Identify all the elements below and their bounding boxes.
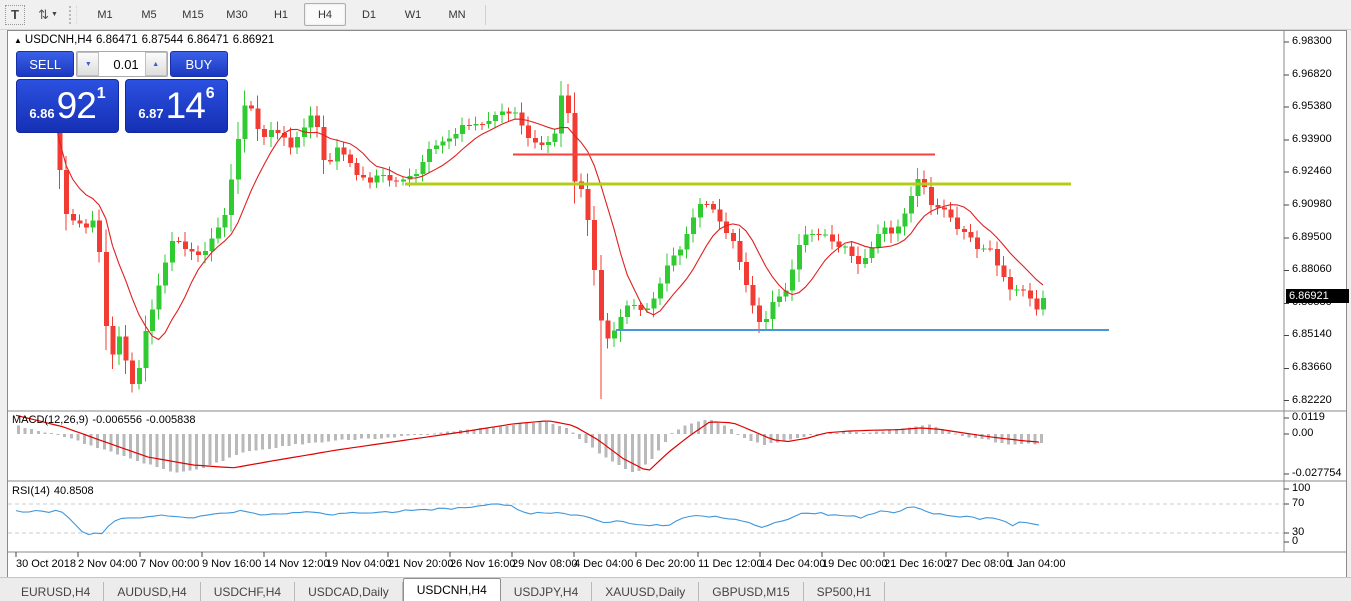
time-axis-label: 21 Nov 20:00 — [388, 558, 453, 570]
rsi-indicator-label: RSI(14) 40.8508 — [12, 485, 98, 497]
time-axis-label: 6 Dec 20:00 — [636, 558, 695, 570]
chart-window[interactable]: ▲USDCNH,H46.864716.875446.864716.86921 M… — [7, 30, 1347, 578]
sell-price-big: 92 — [57, 85, 96, 127]
time-axis-label: 30 Oct 2018 — [16, 558, 76, 570]
buy-price-box[interactable]: 6.87146 — [125, 79, 228, 133]
volume-decrease-button[interactable]: ▼ — [77, 52, 99, 76]
current-price-tag: 6.86921 — [1286, 289, 1349, 303]
time-axis-label: 4 Dec 04:00 — [574, 558, 633, 570]
price-axis-label: 6.93900 — [1292, 133, 1332, 145]
toolbar-grip — [69, 6, 77, 24]
ohlc-low: 6.86471 — [187, 34, 229, 46]
chart-tab-audusd-h4[interactable]: AUDUSD,H4 — [104, 582, 200, 601]
time-axis-label: 21 Dec 16:00 — [884, 558, 949, 570]
chart-tab-xauusd-daily[interactable]: XAUUSD,Daily — [592, 582, 699, 601]
sell-price-box[interactable]: 6.86921 — [16, 79, 119, 133]
time-axis-label: 7 Nov 00:00 — [140, 558, 199, 570]
price-axis-label: 6.96820 — [1292, 68, 1332, 80]
timeframe-button-m5[interactable]: M5 — [128, 3, 170, 26]
timeframe-button-m1[interactable]: M1 — [84, 3, 126, 26]
time-axis-label: 27 Dec 08:00 — [946, 558, 1011, 570]
volume-increase-button[interactable]: ▲ — [145, 52, 167, 76]
time-axis-label: 1 Jan 04:00 — [1008, 558, 1066, 570]
timeframe-button-h4[interactable]: H4 — [304, 3, 346, 26]
buy-price-big: 14 — [166, 85, 205, 127]
rsi-axis-label: 0 — [1292, 535, 1298, 547]
dropdown-caret-icon[interactable]: ▼ — [51, 11, 58, 18]
time-axis-label: 14 Dec 04:00 — [760, 558, 825, 570]
timeframe-button-mn[interactable]: MN — [436, 3, 478, 26]
text-tool-icon[interactable]: T — [5, 5, 25, 25]
symbol-period: USDCNH,H4 — [25, 34, 92, 46]
timeframe-button-w1[interactable]: W1 — [392, 3, 434, 26]
macd-axis-label: -0.027754 — [1292, 467, 1342, 479]
chart-title: ▲USDCNH,H46.864716.875446.864716.86921 — [14, 34, 278, 46]
time-axis-label: 19 Dec 00:00 — [822, 558, 887, 570]
price-axis-label: 6.90980 — [1292, 198, 1332, 210]
volume-value[interactable]: 0.01 — [99, 52, 144, 76]
chart-tab-usdchf-h4[interactable]: USDCHF,H4 — [201, 582, 295, 601]
price-axis-label: 6.92460 — [1292, 165, 1332, 177]
buy-button[interactable]: BUY — [170, 51, 228, 77]
rsi-name: RSI(14) — [12, 485, 50, 497]
chart-tab-bar: EURUSD,H4AUDUSD,H4USDCHF,H4USDCAD,DailyU… — [0, 577, 1351, 601]
ohlc-open: 6.86471 — [96, 34, 138, 46]
toolbar-separator — [485, 5, 486, 25]
time-axis-label: 2 Nov 04:00 — [78, 558, 137, 570]
time-axis-label: 9 Nov 16:00 — [202, 558, 261, 570]
macd-signal-value: -0.005838 — [146, 414, 196, 426]
time-axis-label: 19 Nov 04:00 — [326, 558, 391, 570]
top-toolbar: T ⇅ ▼ M1M5M15M30H1H4D1W1MN — [0, 0, 1351, 30]
volume-stepper: ▼ 0.01 ▲ — [76, 51, 167, 77]
macd-axis-label: 0.0119 — [1292, 411, 1325, 423]
chart-tab-gbpusd-m15[interactable]: GBPUSD,M15 — [699, 582, 803, 601]
buy-price-sup: 6 — [206, 85, 215, 103]
buy-price-prefix: 6.87 — [138, 106, 163, 121]
price-axis-label: 6.98300 — [1292, 35, 1332, 47]
chart-tab-usdjpy-h4[interactable]: USDJPY,H4 — [501, 582, 592, 601]
macd-name: MACD(12,26,9) — [12, 414, 88, 426]
time-axis-label: 26 Nov 16:00 — [450, 558, 515, 570]
macd-indicator-label: MACD(12,26,9) -0.006556 -0.005838 — [12, 414, 200, 426]
chart-tab-eurusd-h4[interactable]: EURUSD,H4 — [8, 582, 104, 601]
timeframe-button-m30[interactable]: M30 — [216, 3, 258, 26]
timeframe-button-group: M1M5M15M30H1H4D1W1MN — [83, 3, 479, 26]
timeframe-button-m15[interactable]: M15 — [172, 3, 214, 26]
chart-tab-sp500-h1[interactable]: SP500,H1 — [804, 582, 886, 601]
time-axis-label: 29 Nov 08:00 — [512, 558, 577, 570]
chart-tab-usdcad-daily[interactable]: USDCAD,Daily — [295, 582, 403, 601]
price-axis-label: 6.89500 — [1292, 231, 1332, 243]
cursor-arrows-icon[interactable]: ⇅ ▼ — [37, 5, 59, 25]
rsi-value: 40.8508 — [54, 485, 94, 497]
sell-button[interactable]: SELL — [16, 51, 74, 77]
price-axis-label: 6.85140 — [1292, 328, 1332, 340]
timeframe-button-d1[interactable]: D1 — [348, 3, 390, 26]
rsi-axis-label: 70 — [1292, 497, 1304, 509]
price-axis-label: 6.83660 — [1292, 361, 1332, 373]
ohlc-high: 6.87544 — [142, 34, 184, 46]
macd-axis-label: 0.00 — [1292, 427, 1313, 439]
collapse-triangle-icon[interactable]: ▲ — [14, 36, 22, 45]
chart-tab-usdcnh-h4[interactable]: USDCNH,H4 — [403, 578, 501, 601]
sell-price-prefix: 6.86 — [29, 106, 54, 121]
price-axis-label: 6.82220 — [1292, 394, 1332, 406]
time-axis-label: 14 Nov 12:00 — [264, 558, 329, 570]
price-axis-label: 6.95380 — [1292, 100, 1332, 112]
sell-price-sup: 1 — [97, 85, 106, 103]
one-click-trading-panel: SELL ▼ 0.01 ▲ BUY 6.86921 6.87146 — [16, 51, 228, 133]
arrows-glyph: ⇅ — [38, 7, 49, 23]
rsi-axis-label: 100 — [1292, 482, 1310, 494]
ohlc-close: 6.86921 — [233, 34, 275, 46]
time-axis-label: 11 Dec 12:00 — [698, 558, 763, 570]
price-axis-label: 6.88060 — [1292, 263, 1332, 275]
timeframe-button-h1[interactable]: H1 — [260, 3, 302, 26]
macd-main-value: -0.006556 — [92, 414, 142, 426]
